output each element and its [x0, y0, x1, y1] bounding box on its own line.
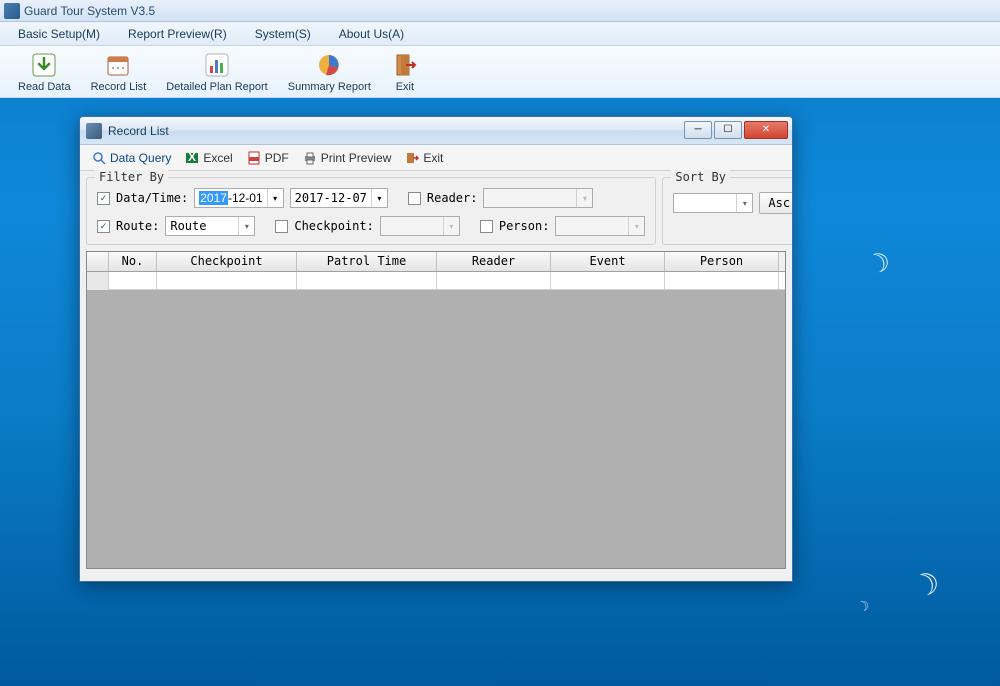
- person-combo[interactable]: ▾: [555, 216, 645, 236]
- dialog-toolbar: Data Query X Excel PDF Print Preview Exi…: [80, 145, 792, 171]
- person-label: Person:: [499, 219, 550, 233]
- dialog-exit-button[interactable]: Exit: [399, 149, 449, 167]
- print-preview-button[interactable]: Print Preview: [297, 149, 398, 167]
- minimize-button[interactable]: ─: [684, 121, 712, 139]
- svg-text:X: X: [188, 151, 196, 164]
- route-combo[interactable]: Route▾: [165, 216, 255, 236]
- menu-basic-setup[interactable]: Basic Setup(M): [4, 27, 114, 41]
- record-list-dialog: Record List ─ ☐ ✕ Data Query X Excel PDF…: [79, 116, 793, 582]
- maximize-button[interactable]: ☐: [714, 121, 742, 139]
- person-checkbox[interactable]: [480, 220, 493, 233]
- route-label: Route:: [116, 219, 159, 233]
- excel-icon: X: [185, 151, 199, 165]
- search-icon: [92, 151, 106, 165]
- menubar: Basic Setup(M) Report Preview(R) System(…: [0, 22, 1000, 46]
- date-to-input[interactable]: 2017-12-07 ▾: [290, 188, 388, 208]
- data-query-button[interactable]: Data Query: [86, 149, 177, 167]
- sort-legend: Sort By: [671, 170, 730, 184]
- date-from-input[interactable]: 2017-12-01 ▾: [194, 188, 283, 208]
- records-grid[interactable]: No. Checkpoint Patrol Time Reader Event …: [86, 251, 786, 569]
- chevron-down-icon: ▾: [238, 217, 254, 235]
- chevron-down-icon: ▾: [628, 217, 644, 235]
- sort-field-combo[interactable]: ▾: [673, 193, 753, 213]
- app-icon: [4, 3, 20, 19]
- checkpoint-combo[interactable]: ▾: [380, 216, 460, 236]
- pie-chart-icon: [315, 51, 343, 79]
- filter-groupbox: Filter By ✓ Data/Time: 2017-12-01 ▾ 2017…: [86, 177, 656, 245]
- chevron-down-icon: ▾: [576, 189, 592, 207]
- grid-empty-row[interactable]: [87, 272, 785, 290]
- grid-header-patrol-time[interactable]: Patrol Time: [297, 252, 437, 271]
- exit-icon: [391, 51, 419, 79]
- grid-header-event[interactable]: Event: [551, 252, 665, 271]
- reader-checkbox[interactable]: [408, 192, 421, 205]
- toolbar-record-list[interactable]: Record List: [81, 49, 157, 95]
- decoration-leaf-icon: ☽: [862, 245, 895, 282]
- grid-header-person[interactable]: Person: [665, 252, 779, 271]
- menu-about-us[interactable]: About Us(A): [325, 27, 418, 41]
- grid-header-rowselector[interactable]: [87, 252, 109, 271]
- sort-groupbox: Sort By ▾ Asc: [662, 177, 793, 245]
- toolbar-exit[interactable]: Exit: [381, 49, 429, 95]
- dialog-titlebar[interactable]: Record List ─ ☐ ✕: [80, 117, 792, 145]
- grid-header-no[interactable]: No.: [109, 252, 157, 271]
- chevron-down-icon: ▾: [736, 194, 752, 212]
- filter-legend: Filter By: [95, 170, 168, 184]
- dialog-title: Record List: [108, 124, 682, 138]
- calendar-dropdown-icon[interactable]: ▾: [371, 189, 387, 207]
- main-toolbar: Read Data Record List Detailed Plan Repo…: [0, 46, 1000, 98]
- exit-door-icon: [405, 151, 419, 165]
- app-title: Guard Tour System V3.5: [24, 4, 155, 18]
- datetime-label: Data/Time:: [116, 191, 188, 205]
- main-window: Guard Tour System V3.5 Basic Setup(M) Re…: [0, 0, 1000, 98]
- checkpoint-checkbox[interactable]: [275, 220, 288, 233]
- pdf-icon: [247, 151, 261, 165]
- toolbar-read-data[interactable]: Read Data: [8, 49, 81, 95]
- reader-label: Reader:: [427, 191, 478, 205]
- grid-header: No. Checkpoint Patrol Time Reader Event …: [87, 252, 785, 272]
- checkpoint-label: Checkpoint:: [294, 219, 373, 233]
- printer-icon: [303, 151, 317, 165]
- decoration-leaf-icon: ☽: [908, 564, 945, 606]
- dialog-icon: [86, 123, 102, 139]
- download-icon: [30, 51, 58, 79]
- bar-chart-icon: [203, 51, 231, 79]
- excel-button[interactable]: X Excel: [179, 149, 238, 167]
- reader-combo[interactable]: ▾: [483, 188, 593, 208]
- close-button[interactable]: ✕: [744, 121, 788, 139]
- route-checkbox[interactable]: ✓: [97, 220, 110, 233]
- toolbar-detailed-report[interactable]: Detailed Plan Report: [156, 49, 278, 95]
- pdf-button[interactable]: PDF: [241, 149, 295, 167]
- sort-order-button[interactable]: Asc: [759, 192, 793, 214]
- decoration-leaf-icon: ☽: [855, 596, 873, 616]
- calendar-dropdown-icon[interactable]: ▾: [267, 189, 283, 207]
- main-titlebar: Guard Tour System V3.5: [0, 0, 1000, 22]
- menu-system[interactable]: System(S): [241, 27, 325, 41]
- datetime-checkbox[interactable]: ✓: [97, 192, 110, 205]
- toolbar-summary-report[interactable]: Summary Report: [278, 49, 381, 95]
- menu-report-preview[interactable]: Report Preview(R): [114, 27, 241, 41]
- chevron-down-icon: ▾: [443, 217, 459, 235]
- grid-header-reader[interactable]: Reader: [437, 252, 551, 271]
- calendar-icon: [104, 51, 132, 79]
- grid-header-checkpoint[interactable]: Checkpoint: [157, 252, 297, 271]
